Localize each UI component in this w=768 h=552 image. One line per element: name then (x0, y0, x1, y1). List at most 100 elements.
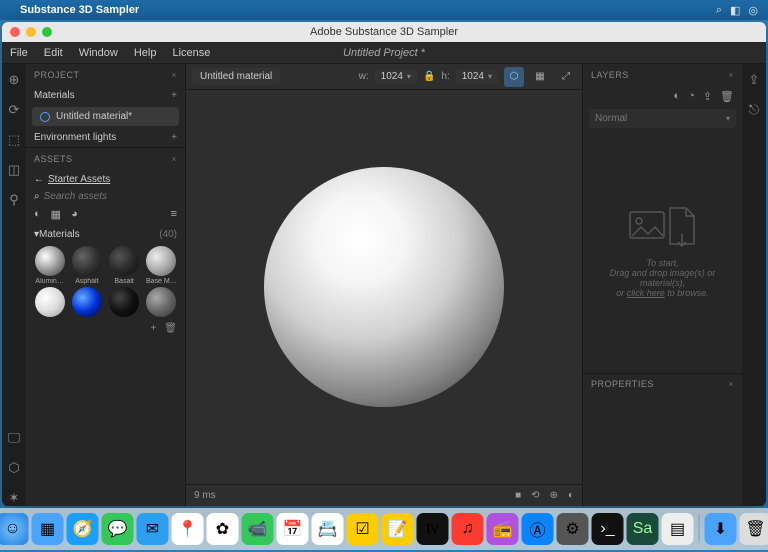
rotate-env-icon[interactable]: ⟲ (531, 490, 539, 501)
os-menubar: Substance 3D Sampler ⌕ ◧ ◎ (0, 0, 768, 20)
dock-music[interactable]: ♫ (452, 513, 484, 545)
plus-icon[interactable]: + (171, 90, 177, 101)
layer-export-icon[interactable]: ⇪ (703, 90, 712, 103)
dock-settings[interactable]: ⚙ (557, 513, 589, 545)
dock-contacts[interactable]: 📇 (312, 513, 344, 545)
menu-window[interactable]: Window (79, 47, 118, 59)
dock-calendar[interactable]: 📅 (277, 513, 309, 545)
dock-sampler[interactable]: Sa (627, 513, 659, 545)
link-icon[interactable]: ⬡ (8, 460, 19, 476)
dock-appstore[interactable]: Ⓐ (522, 513, 554, 545)
dock-podcasts[interactable]: 📻 (487, 513, 519, 545)
center-area: Untitled material w: 1024 🔒 h: 1024 ⬡ ▦ … (186, 64, 582, 506)
delete-asset-icon[interactable]: 🗑 (164, 323, 177, 334)
dock-finder[interactable]: ☺ (0, 513, 29, 545)
assets-panel: ASSETS × ← Starter Assets ⌕ ◐ ▦ ◕ ≡ (26, 147, 185, 506)
window-minimize[interactable] (26, 27, 36, 37)
dock-mail[interactable]: ✉ (137, 513, 169, 545)
add-icon[interactable]: ⊕ (9, 72, 20, 88)
stamp-icon[interactable]: ⚲ (9, 192, 19, 208)
camera-icon[interactable]: ■ (515, 490, 521, 501)
layer-mask-icon[interactable]: ◐ (674, 90, 681, 103)
transform-icon[interactable]: ◫ (8, 162, 20, 178)
materials-section[interactable]: Materials + (26, 86, 185, 105)
settings-icon[interactable]: ✶ (9, 490, 20, 506)
dock-app[interactable]: ▤ (662, 513, 694, 545)
dock-photos[interactable]: ✿ (207, 513, 239, 545)
search-assets-input[interactable] (44, 191, 178, 202)
assets-breadcrumb[interactable]: ← Starter Assets (26, 170, 185, 189)
dock-messages[interactable]: 💬 (102, 513, 134, 545)
list-view-icon[interactable]: ≡ (171, 208, 177, 221)
asset-thumb[interactable]: Alumin… (32, 246, 67, 285)
dock-terminal[interactable]: ›_ (592, 513, 624, 545)
filter-contrast-icon[interactable]: ◐ (34, 208, 41, 221)
layers-drop-area[interactable]: To start, Drag and drop image(s) or mate… (583, 130, 742, 373)
close-icon[interactable]: × (171, 70, 177, 80)
search-icon[interactable]: ⌕ (716, 4, 722, 17)
shading-icon[interactable]: ◐ (568, 490, 574, 501)
filter-image-icon[interactable]: ▦ (51, 208, 61, 221)
width-select[interactable]: 1024 (375, 69, 417, 84)
viewport-3d[interactable] (186, 90, 582, 484)
plus-icon[interactable]: + (171, 132, 177, 143)
menu-license[interactable]: License (172, 47, 210, 59)
app-menu: File Edit Window Help License Untitled P… (2, 42, 766, 64)
assets-category[interactable]: ▾ Materials (40) (26, 225, 185, 244)
menu-file[interactable]: File (10, 47, 28, 59)
asset-thumb[interactable]: Base M… (144, 246, 179, 285)
export-icon[interactable]: ⇪ (749, 72, 760, 88)
material-list-item[interactable]: Untitled material* (32, 107, 179, 126)
close-icon[interactable]: × (171, 154, 177, 164)
drop-placeholder-icon (628, 204, 698, 250)
layer-adjust-icon[interactable]: ◔ (688, 90, 695, 103)
titlebar: Adobe Substance 3D Sampler (2, 22, 766, 42)
dock-tv[interactable]: tv (417, 513, 449, 545)
dock-launchpad[interactable]: ▦ (32, 513, 64, 545)
asset-thumb[interactable] (69, 287, 104, 317)
filter-sphere-icon[interactable]: ◕ (71, 208, 78, 221)
fullscreen-icon[interactable]: ⤢ (556, 67, 576, 87)
asset-thumb[interactable] (32, 287, 67, 317)
dock-safari[interactable]: 🧭 (67, 513, 99, 545)
display-icon[interactable]: 🖵 (8, 430, 21, 446)
blend-mode-select[interactable]: Normal (589, 109, 736, 128)
back-icon[interactable]: ← (34, 174, 44, 185)
dock-facetime[interactable]: 📹 (242, 513, 274, 545)
rotate-icon[interactable]: ⟳ (9, 102, 20, 118)
asset-thumb[interactable] (144, 287, 179, 317)
asset-thumb[interactable]: Asphalt (69, 246, 104, 285)
browse-link[interactable]: click here (627, 288, 665, 298)
menu-edit[interactable]: Edit (44, 47, 63, 59)
height-select[interactable]: 1024 (456, 69, 498, 84)
left-toolrail: ⊕ ⟳ ⬚ ◫ ⚲ 🖵 ⬡ ✶ (2, 64, 26, 506)
dock-maps[interactable]: 📍 (172, 513, 204, 545)
search-icon[interactable]: ⌕ (34, 191, 40, 202)
view-3d-icon[interactable]: ⬡ (504, 67, 524, 87)
env-lights-section[interactable]: Environment lights + (26, 128, 185, 147)
os-app-name[interactable]: Substance 3D Sampler (20, 4, 139, 16)
window-close[interactable] (10, 27, 20, 37)
siri-icon[interactable]: ◎ (748, 4, 758, 17)
dock-downloads[interactable]: ⬇ (705, 513, 737, 545)
dock-trash[interactable]: 🗑 (740, 513, 768, 545)
control-center-icon[interactable]: ◧ (730, 4, 740, 17)
dock-reminders[interactable]: ☑ (347, 513, 379, 545)
asset-thumb[interactable]: Basalt (107, 246, 142, 285)
share-icon[interactable]: ⎋ (749, 102, 759, 118)
left-sidebar: PROJECT × Materials + Untitled material*… (26, 64, 186, 506)
close-icon[interactable]: × (728, 379, 734, 389)
dock-notes[interactable]: 📝 (382, 513, 414, 545)
add-asset-icon[interactable]: + (150, 323, 156, 334)
material-name-field[interactable]: Untitled material (192, 68, 280, 85)
asset-thumb[interactable] (107, 287, 142, 317)
layer-delete-icon[interactable]: 🗑 (720, 90, 734, 103)
right-sidebar: LAYERS × ◐ ◔ ⇪ 🗑 Normal To start, Drag a… (582, 64, 742, 506)
menu-help[interactable]: Help (134, 47, 157, 59)
view-2d-icon[interactable]: ▦ (530, 67, 550, 87)
crop-icon[interactable]: ⬚ (8, 132, 20, 148)
lock-icon[interactable]: 🔒 (423, 71, 435, 82)
window-maximize[interactable] (42, 27, 52, 37)
globe-icon[interactable]: ⊕ (550, 490, 558, 501)
close-icon[interactable]: × (728, 70, 734, 80)
